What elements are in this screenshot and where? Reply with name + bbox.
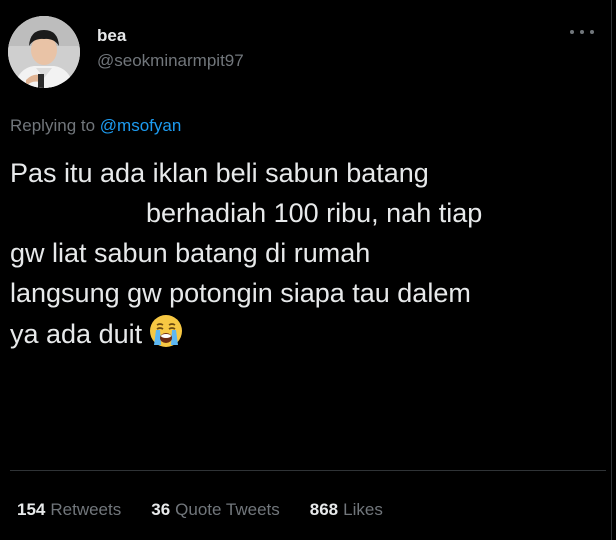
likes-stat[interactable]: 868 Likes — [310, 500, 383, 520]
likes-label: Likes — [343, 500, 383, 519]
tweet-text: Pas itu ada iklan beli sabun batang berh… — [10, 153, 602, 354]
tweet-line: Pas itu ada iklan beli sabun batang — [10, 158, 429, 188]
retweets-count: 154 — [17, 500, 46, 519]
retweets-stat[interactable]: 154 Retweets — [17, 500, 121, 520]
user-handle[interactable]: @seokminarmpit97 — [97, 51, 244, 71]
loudly-crying-face-emoji-icon — [150, 315, 183, 347]
quote-tweets-stat[interactable]: 36 Quote Tweets — [151, 500, 280, 520]
tweet-line-last: ya ada duit — [10, 313, 602, 354]
tweet-line: berhadiah 100 ribu, nah tiap — [146, 198, 483, 228]
tweet-line: ya ada duit — [10, 319, 143, 349]
avatar[interactable] — [8, 16, 80, 88]
quote-tweets-count: 36 — [151, 500, 171, 519]
tweet-card: bea @seokminarmpit97 Replying to @msofya… — [0, 0, 612, 540]
tweet-line: gw liat sabun batang di rumah — [10, 238, 371, 268]
avatar-photo-icon — [8, 16, 80, 88]
reply-mention-link[interactable]: @msofyan — [100, 116, 182, 135]
divider — [10, 470, 606, 471]
tweet-line: langsung gw potongin siapa tau dalem — [10, 278, 471, 308]
replying-to-label: Replying to — [10, 116, 100, 135]
likes-count: 868 — [309, 500, 339, 519]
replying-to: Replying to @msofyan — [10, 116, 181, 136]
tweet-stats: 154 Retweets 36 Quote Tweets 868 Likes — [17, 500, 383, 520]
more-options-icon[interactable] — [570, 27, 594, 37]
display-name[interactable]: bea — [97, 26, 126, 46]
retweets-label: Retweets — [50, 500, 122, 519]
quote-tweets-label: Quote Tweets — [175, 500, 280, 519]
